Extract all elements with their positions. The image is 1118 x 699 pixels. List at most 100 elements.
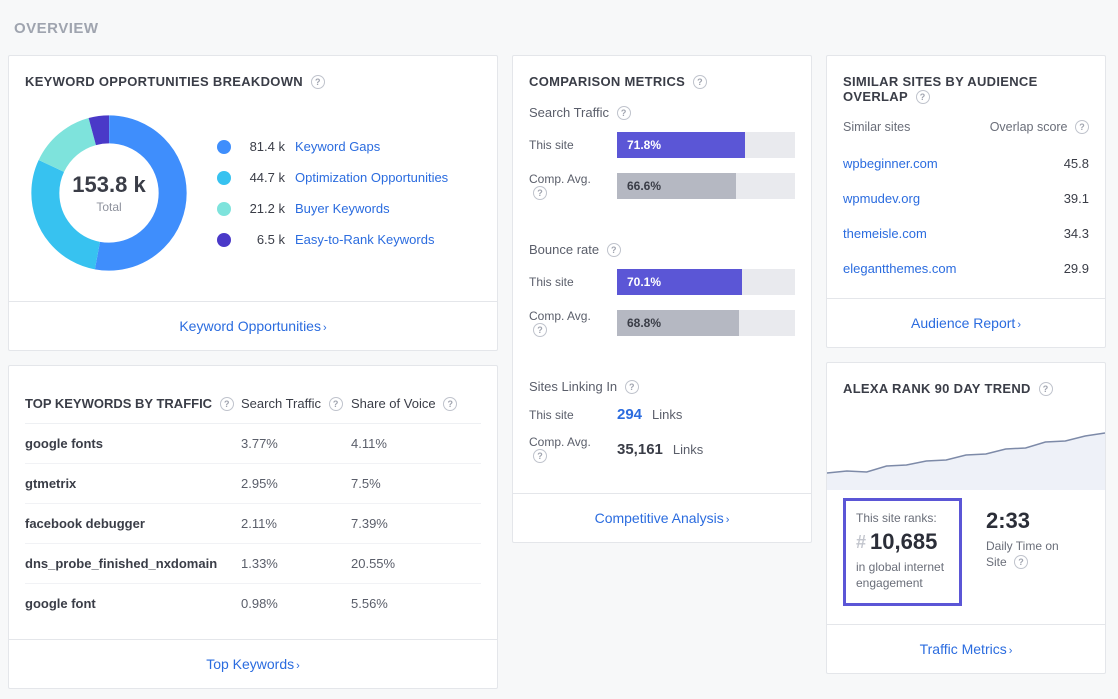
traffic-cell: 2.11% [241,516,351,531]
traffic-cell: 3.77% [241,436,351,451]
bar-this-site: 70.1% [617,269,742,295]
legend-link[interactable]: Optimization Opportunities [295,170,448,185]
link-text: Audience Report [911,315,1015,331]
table-row: wpmudev.org39.1 [843,181,1089,216]
chevron-right-icon: › [1009,645,1013,657]
share-cell: 7.39% [351,516,481,531]
card-title-text: SIMILAR SITES BY AUDIENCE OVERLAP [843,74,1038,104]
similar-site-link[interactable]: themeisle.com [843,226,927,241]
share-cell: 5.56% [351,596,481,611]
column-similar-sites: Similar sites [843,120,910,134]
traffic-metrics-link[interactable]: Traffic Metrics› [920,641,1013,657]
column-search-traffic: Search Traffic [241,396,321,411]
table-row: google font0.98%5.56% [25,584,481,623]
chevron-right-icon: › [323,322,327,334]
help-icon[interactable]: ? [220,397,234,411]
color-swatch [217,140,231,154]
rank-lead: This site ranks: [856,511,949,525]
legend-count: 44.7 k [241,170,285,185]
legend-link[interactable]: Keyword Gaps [295,139,380,154]
table-row: dns_probe_finished_nxdomain1.33%20.55% [25,544,481,584]
table-row: google fonts3.77%4.11% [25,424,481,464]
similar-site-link[interactable]: wpbeginner.com [843,156,938,171]
card-title-text: KEYWORD OPPORTUNITIES BREAKDOWN [25,74,303,89]
legend-link[interactable]: Easy-to-Rank Keywords [295,232,434,247]
keyword-cell: google fonts [25,436,241,451]
top-keywords-link[interactable]: Top Keywords› [206,656,300,672]
help-icon[interactable]: ? [693,75,707,89]
help-icon[interactable]: ? [533,449,547,463]
bar-comp-avg: 68.8% [617,310,739,336]
share-cell: 4.11% [351,436,481,451]
time-value: 2:33 [986,508,1079,534]
chevron-right-icon: › [726,514,730,526]
legend-count: 6.5 k [241,232,285,247]
card-title-text: COMPARISON METRICS [529,74,685,89]
legend-link[interactable]: Buyer Keywords [295,201,390,216]
help-icon[interactable]: ? [311,75,325,89]
help-icon[interactable]: ? [443,397,457,411]
metric-label: Sites Linking In [529,379,617,394]
table-row: gtmetrix2.95%7.5% [25,464,481,504]
links-this-site[interactable]: 294 [617,406,642,423]
legend-row: 44.7 k Optimization Opportunities [217,170,481,185]
keyword-cell: dns_probe_finished_nxdomain [25,556,241,571]
donut-total-value: 153.8 k [72,172,145,198]
traffic-cell: 1.33% [241,556,351,571]
card-title-comparison: COMPARISON METRICS ? [529,74,795,89]
links-suffix: Links [652,407,682,422]
row-label-this-site: This site [529,408,609,422]
overlap-score: 29.9 [1064,261,1089,276]
sparkline-chart [827,418,1105,490]
help-icon[interactable]: ? [1075,120,1089,134]
legend-count: 81.4 k [241,139,285,154]
card-comparison-metrics: COMPARISON METRICS ? Search Traffic ? Th… [512,55,812,543]
competitive-analysis-link[interactable]: Competitive Analysis› [595,510,730,526]
legend-row: 21.2 k Buyer Keywords [217,201,481,216]
bar-comp-avg: 66.6% [617,173,736,199]
page-title: OVERVIEW [8,10,1110,55]
link-text: Competitive Analysis [595,510,724,526]
metric-label: Bounce rate [529,242,599,257]
audience-report-link[interactable]: Audience Report› [911,315,1021,331]
card-top-keywords: TOP KEYWORDS BY TRAFFIC ? Search Traffic… [8,365,498,689]
section-search-traffic: Search Traffic ? This site 71.8% Comp. A… [529,105,795,214]
table-row: facebook debugger2.11%7.39% [25,504,481,544]
row-label-comp-avg: Comp. Avg. [529,172,591,186]
keyword-cell: facebook debugger [25,516,241,531]
table-row: wpbeginner.com 45.8 [843,146,1089,181]
link-text: Top Keywords [206,656,294,672]
traffic-cell: 2.95% [241,476,351,491]
card-keyword-breakdown: KEYWORD OPPORTUNITIES BREAKDOWN ? 153.8 … [8,55,498,351]
keyword-opportunities-link[interactable]: Keyword Opportunities› [179,318,326,334]
help-icon[interactable]: ? [1039,382,1053,396]
row-label-this-site: This site [529,138,609,152]
help-icon[interactable]: ? [916,90,930,104]
traffic-cell: 0.98% [241,596,351,611]
rank-value: 10,685 [870,529,937,555]
donut-chart: 153.8 k Total [25,109,193,277]
card-title-keyword-breakdown: KEYWORD OPPORTUNITIES BREAKDOWN ? [25,74,481,89]
help-icon[interactable]: ? [1014,555,1028,569]
help-icon[interactable]: ? [607,243,621,257]
keyword-cell: google font [25,596,241,611]
similar-site-link[interactable]: elegantthemes.com [843,261,956,276]
bar-this-site: 71.8% [617,132,745,158]
donut-total-label: Total [96,200,121,214]
similar-site-link[interactable]: wpmudev.org [843,191,920,206]
help-icon[interactable]: ? [625,380,639,394]
help-icon[interactable]: ? [329,397,343,411]
help-icon[interactable]: ? [533,323,547,337]
links-comp-avg: 35,161 [617,441,663,458]
overlap-score: 34.3 [1064,226,1089,241]
bar-track: 71.8% [617,132,795,158]
column-share-of-voice: Share of Voice [351,396,436,411]
help-icon[interactable]: ? [617,106,631,120]
bar-track: 68.8% [617,310,795,336]
card-title-alexa: ALEXA RANK 90 DAY TREND ? [843,381,1089,396]
legend-count: 21.2 k [241,201,285,216]
section-bounce-rate: Bounce rate ? This site 70.1% Comp. Avg.… [529,242,795,351]
overlap-score: 45.8 [1064,156,1089,171]
help-icon[interactable]: ? [533,186,547,200]
color-swatch [217,171,231,185]
